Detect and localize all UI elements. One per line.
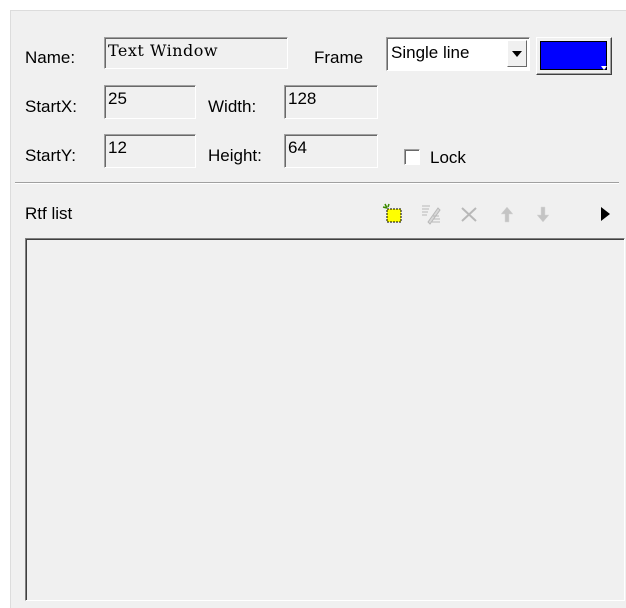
name-label: Name: (25, 48, 76, 67)
width-label: Width: (208, 97, 257, 116)
lock-label: Lock (430, 148, 466, 167)
frame-color-swatch (540, 41, 607, 70)
height-field[interactable]: 64 (284, 134, 378, 168)
properties-panel: Name: Text Window Frame Single line Star… (10, 10, 626, 608)
play-icon[interactable] (593, 202, 617, 226)
startx-label: StartX: (25, 97, 77, 116)
edit-item-icon[interactable] (419, 202, 443, 226)
color-dropdown-arrow-icon (601, 66, 607, 70)
lock-checkbox[interactable] (404, 149, 420, 165)
section-divider (15, 182, 619, 184)
rtf-listbox[interactable] (25, 238, 625, 601)
frame-select-value: Single line (391, 43, 470, 62)
delete-icon[interactable] (457, 202, 481, 226)
frame-select[interactable]: Single line (386, 37, 530, 71)
move-up-icon[interactable] (495, 202, 519, 226)
starty-label: StartY: (25, 146, 77, 165)
chevron-down-icon[interactable] (507, 40, 527, 67)
new-item-icon[interactable] (381, 202, 405, 226)
frame-label: Frame (314, 48, 364, 67)
frame-color-button[interactable] (536, 37, 612, 75)
rtf-list-label: Rtf list (25, 204, 73, 223)
height-label: Height: (208, 146, 262, 165)
name-field[interactable]: Text Window (104, 37, 288, 69)
move-down-icon[interactable] (531, 202, 555, 226)
startx-field[interactable]: 25 (104, 85, 196, 119)
starty-field[interactable]: 12 (104, 134, 196, 168)
width-field[interactable]: 128 (284, 85, 378, 119)
